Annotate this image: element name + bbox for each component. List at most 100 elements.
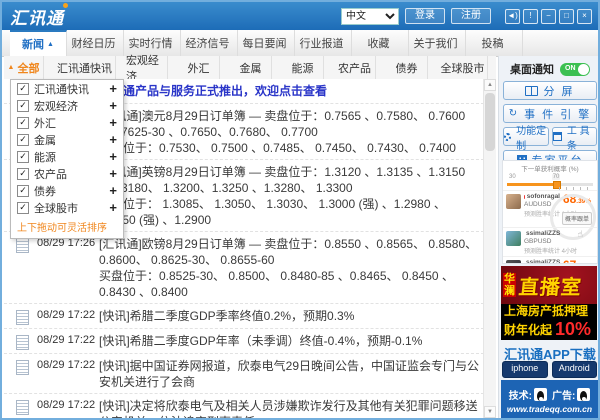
probability-value: 67.28% xyxy=(560,259,594,264)
category-tab[interactable]: ▲ 能源 xyxy=(272,56,324,79)
nav-tab[interactable]: 新闻 ▲ xyxy=(10,30,67,56)
filter-item[interactable]: ✓ 债券 + xyxy=(11,182,123,199)
filter-item[interactable]: ✓ 能源 + xyxy=(11,148,123,165)
loan-ad[interactable]: 上海房产抵押理 财年化起 10% xyxy=(501,304,597,340)
news-scrollbar[interactable]: ▲ ▼ xyxy=(483,79,496,418)
news-row[interactable]: 08/29 17:26 [汇讯通]欧镑8月29日订单簿 — 卖盘位于：0.855… xyxy=(4,232,484,304)
category-tab[interactable]: ▲ 金属 xyxy=(220,56,272,79)
contact-label: 技术: xyxy=(509,387,532,402)
restore-button[interactable]: □ xyxy=(559,9,574,24)
register-button[interactable]: 注册 xyxy=(451,8,491,24)
caret-up-icon: ▲ xyxy=(8,64,15,71)
add-icon[interactable]: + xyxy=(109,149,117,164)
slider-high-label: 70 xyxy=(552,174,561,180)
checkbox-checked-icon[interactable]: ✓ xyxy=(17,185,29,197)
nav-tab[interactable]: 收藏 xyxy=(352,30,409,56)
add-icon[interactable]: + xyxy=(109,115,117,130)
alert-icon[interactable]: ! xyxy=(523,9,538,24)
app-download-iphone-button[interactable]: iphone xyxy=(502,361,548,378)
filter-item[interactable]: ✓ 外汇 + xyxy=(11,114,123,131)
filter-item-label: 宏观经济 xyxy=(34,98,109,114)
checkbox-checked-icon[interactable]: ✓ xyxy=(17,168,29,180)
contact-label: 广告: xyxy=(552,387,575,402)
nav-tab[interactable]: 投稿 xyxy=(466,30,523,56)
filter-item-label: 农产品 xyxy=(34,166,109,182)
sidebar-footer: 技术:广告: www.tradeqq.com.cn xyxy=(501,380,598,420)
split-screen-button[interactable]: 分 屏 xyxy=(503,81,597,100)
add-icon[interactable]: + xyxy=(109,132,117,147)
nav-tab[interactable]: 关于我们 xyxy=(409,30,466,56)
filter-item[interactable]: ✓ 金属 + xyxy=(11,131,123,148)
add-icon[interactable]: + xyxy=(109,183,117,198)
news-text: [快讯]据中国证券网报道，欣泰电气29日晚间公告，中国证监会专门与公安机关进行了… xyxy=(99,358,480,390)
qq-icon[interactable] xyxy=(534,388,547,401)
notify-toggle[interactable]: ON xyxy=(560,63,590,76)
checkbox-checked-icon[interactable]: ✓ xyxy=(17,100,29,112)
news-row[interactable]: 08/29 17:22 [快讯]希腊二季度GDP季率终值0.2%，预期0.3% xyxy=(4,304,484,329)
nav-tab[interactable]: 经济信号 xyxy=(181,30,238,56)
category-tab[interactable]: ▲ 债券 xyxy=(376,56,428,79)
news-text: [汇讯通]欧镑8月29日订单簿 — 卖盘位于：0.8550 、0.8565、 0… xyxy=(99,236,480,300)
window-controls: ◄)!−□× xyxy=(505,9,592,24)
news-time: 08/29 17:22 xyxy=(37,358,99,371)
nav-tab[interactable]: 行业报道 xyxy=(295,30,352,56)
add-icon[interactable]: + xyxy=(109,81,117,96)
customize-button[interactable]: 功能定制 xyxy=(503,127,549,146)
news-text: [汇讯通]英镑8月29日订单簿 — 卖盘位于：1.3120 、1.3135 、1… xyxy=(99,164,480,228)
volume-icon[interactable]: ◄) xyxy=(505,9,520,24)
nav-tab[interactable]: 财经日历 xyxy=(67,30,124,56)
expert-entry[interactable]: ssimaliZZS GBPUSD 预测胜率统计 4小时 xyxy=(503,227,597,256)
nav-tab-label: 关于我们 xyxy=(414,35,458,51)
add-icon[interactable]: + xyxy=(109,200,117,215)
add-icon[interactable]: + xyxy=(109,98,117,113)
news-time: 08/29 17:22 xyxy=(37,333,99,346)
live-room-ad[interactable]: 华澜 直播室 xyxy=(501,266,597,304)
expert-entry[interactable]: ssimaliZZS GBPUSD 67.28% 概率跟单 xyxy=(503,256,597,264)
category-tab-label: 能源 xyxy=(291,60,313,76)
checkbox-checked-icon[interactable]: ✓ xyxy=(17,134,29,146)
expert-entry[interactable]: sofonragal AUDUSD 预测胜率统计 1小时 68.39% 概率跟单… xyxy=(503,190,597,227)
qq-icon[interactable] xyxy=(577,388,590,401)
filter-item-label: 汇讯通快讯 xyxy=(34,81,109,97)
minimize-button[interactable]: − xyxy=(541,9,556,24)
news-row[interactable]: 08/29 17:22 [快讯]决定将欣泰电气及相关人员涉嫌欺诈发行及其他有关犯… xyxy=(4,394,484,418)
login-button[interactable]: 登录 xyxy=(405,8,445,24)
filter-item[interactable]: ✓ 汇讯通快讯 + xyxy=(11,80,123,97)
filter-item[interactable]: ✓ 全球股市 + xyxy=(11,199,123,216)
category-tab-label: 全球股市 xyxy=(440,60,484,76)
app-download-android-button[interactable]: Android xyxy=(552,361,598,378)
slider-fill xyxy=(507,183,555,186)
category-tab[interactable]: ▲ 农产品 xyxy=(324,56,376,79)
checkbox-checked-icon[interactable]: ✓ xyxy=(17,202,29,214)
scroll-up-icon[interactable]: ▲ xyxy=(484,79,496,91)
news-row[interactable]: 08/29 17:22 [快讯]据中国证券网报道，欣泰电气29日晚间公告，中国证… xyxy=(4,354,484,394)
event-engine-button[interactable]: ↻ 事 件 引 擎 xyxy=(503,104,597,123)
contacts-row: 技术: 广告: xyxy=(509,387,591,402)
follow-button[interactable]: 概率跟单 xyxy=(562,212,592,225)
toolbar-button[interactable]: 工 具 条 xyxy=(552,127,598,146)
category-tab[interactable]: ▲ 宏观经济 xyxy=(116,56,168,79)
checkbox-checked-icon[interactable]: ✓ xyxy=(17,117,29,129)
event-engine-label: 事 件 引 擎 xyxy=(524,106,591,122)
category-tab[interactable]: ▲ 汇讯通快讯 xyxy=(44,56,116,79)
nav-tab[interactable]: 每日要闻 xyxy=(238,30,295,56)
filter-item[interactable]: ✓ 农产品 + xyxy=(11,165,123,182)
filter-item[interactable]: ✓ 宏观经济 + xyxy=(11,97,123,114)
close-button[interactable]: × xyxy=(577,9,592,24)
loan-ad-rate: 10% xyxy=(555,319,591,340)
scrollbar-thumb[interactable] xyxy=(485,93,495,151)
scroll-down-icon[interactable]: ▼ xyxy=(484,406,496,418)
avatar xyxy=(506,194,521,209)
category-tab[interactable]: ▲ 全球股市 xyxy=(428,56,488,79)
language-select[interactable]: 中文 xyxy=(341,8,399,25)
gear-icon xyxy=(504,133,511,141)
news-row[interactable]: 08/29 17:22 [快讯]希腊二季度GDP年率（未季调）终值-0.4%，预… xyxy=(4,329,484,354)
checkbox-checked-icon[interactable]: ✓ xyxy=(17,151,29,163)
category-tab[interactable]: ▲ 外汇 xyxy=(168,56,220,79)
nav-tab-label: 收藏 xyxy=(368,35,390,51)
category-tab[interactable]: ▲ 全部 xyxy=(4,56,44,79)
checkbox-checked-icon[interactable]: ✓ xyxy=(17,83,29,95)
probability-slider[interactable]: 30 70 xyxy=(507,174,593,190)
add-icon[interactable]: + xyxy=(109,166,117,181)
toolbar-label: 工 具 条 xyxy=(567,122,596,152)
